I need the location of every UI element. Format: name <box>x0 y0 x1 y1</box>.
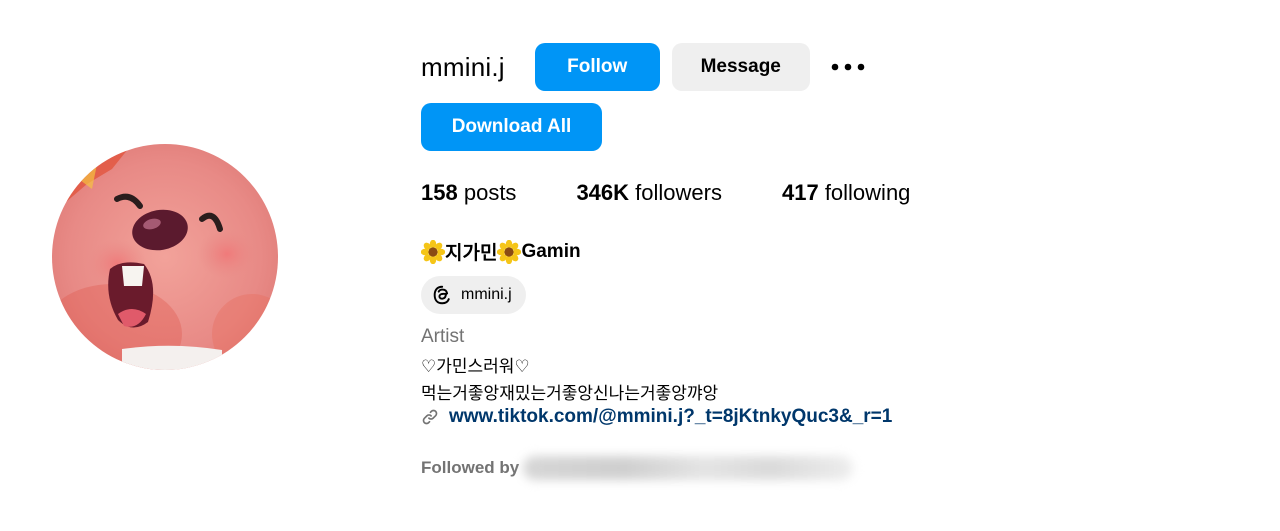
more-options-icon[interactable] <box>828 43 868 91</box>
followed-by-names-redacted <box>523 456 854 480</box>
posts-label: posts <box>463 180 517 205</box>
profile-link[interactable]: www.tiktok.com/@mmini.j?_t=8jKtnkyQuc3&_… <box>421 406 892 428</box>
sunflower-icon <box>421 239 445 264</box>
download-all-button[interactable]: Download All <box>421 103 602 151</box>
followers-stat[interactable]: 346K followers <box>576 180 722 206</box>
bio-line-1: ♡가민스러워♡ <box>421 357 530 376</box>
posts-stat[interactable]: 158 posts <box>421 180 516 206</box>
profile-category: Artist <box>421 326 465 347</box>
threads-badge[interactable]: mmini.j <box>421 276 526 314</box>
profile-avatar[interactable] <box>52 144 278 370</box>
full-name-text: 지가민 <box>445 243 498 264</box>
posts-count: 158 <box>421 180 458 205</box>
profile-link-text: www.tiktok.com/@mmini.j?_t=8jKtnkyQuc3&_… <box>449 406 893 427</box>
link-icon <box>422 409 438 425</box>
sunflower-icon <box>497 239 522 264</box>
followed-by-label: Followed by <box>421 458 520 477</box>
following-label: following <box>824 180 911 205</box>
profile-header: mmini.j Follow Message <box>421 42 868 92</box>
following-stat[interactable]: 417 following <box>782 180 910 206</box>
following-count: 417 <box>781 180 819 205</box>
profile-full-name: 지가민 Gamin <box>421 238 581 265</box>
avatar-image <box>52 144 278 370</box>
followed-by[interactable]: Followed by <box>421 456 854 480</box>
follow-button[interactable]: Follow <box>534 43 660 91</box>
full-name-suffix: Gamin <box>521 240 581 262</box>
username: mmini.j <box>421 51 505 82</box>
followers-count: 346K <box>576 180 630 205</box>
message-button[interactable]: Message <box>671 43 810 91</box>
followers-label: followers <box>635 180 722 205</box>
threads-icon <box>433 285 450 305</box>
threads-handle: mmini.j <box>461 286 512 303</box>
profile-stats: 158 posts 346K followers 417 following <box>421 180 970 206</box>
bio-line-2: 먹는거좋앙재밌는거좋앙신나는거좋앙꺄앙 <box>421 384 719 403</box>
